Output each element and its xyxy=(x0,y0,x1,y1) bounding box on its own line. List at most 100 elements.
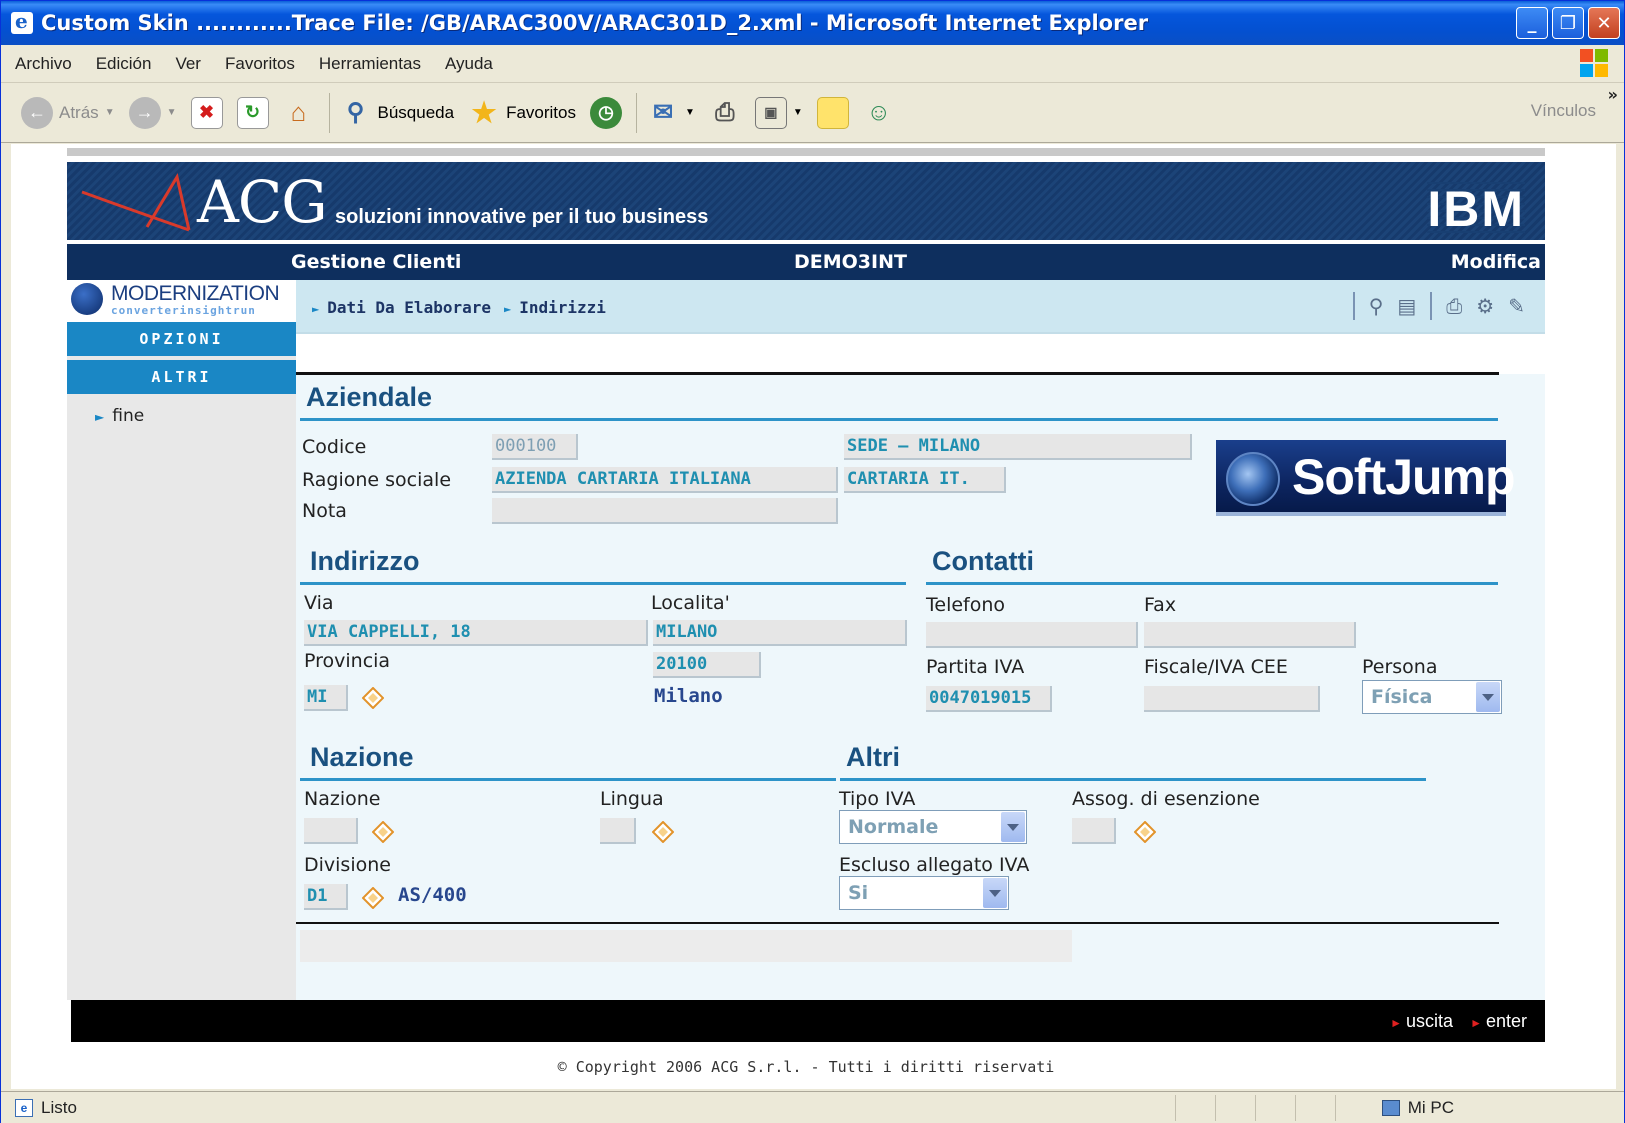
section-underline xyxy=(926,582,1498,585)
sede-field[interactable]: SEDE – MILANO xyxy=(844,434,1192,460)
messenger-icon: ☺ xyxy=(866,98,892,126)
section-altri-title: Altri xyxy=(846,742,900,772)
note-icon xyxy=(816,96,849,129)
nota-field[interactable] xyxy=(492,498,838,524)
persona-label: Persona xyxy=(1362,656,1438,678)
divider xyxy=(296,372,1499,375)
lookup-diamond-icon[interactable] xyxy=(1134,821,1156,843)
window-title: Custom Skin ............Trace File: /GB/… xyxy=(41,11,1149,35)
status-left: e Listo xyxy=(15,1098,77,1118)
breadcrumb-item-indirizzi[interactable]: ► Indirizzi xyxy=(504,298,606,317)
search-label: Búsqueda xyxy=(377,102,455,122)
chevron-down-icon xyxy=(1476,682,1500,712)
home-button[interactable]: ⌂ xyxy=(283,97,315,129)
fax-field[interactable] xyxy=(1144,622,1356,648)
back-button[interactable]: ← Atrás ▼ xyxy=(21,96,115,129)
fiscale-iva-cee-label: Fiscale/IVA CEE xyxy=(1144,656,1288,678)
arrow-right-icon: ► xyxy=(1470,1016,1482,1030)
telefono-field[interactable] xyxy=(926,622,1138,648)
message-field xyxy=(300,930,1072,962)
menu-ver[interactable]: Ver xyxy=(175,54,201,74)
modernization-logo-subtext: converterinsightrun xyxy=(111,304,256,317)
search-icon: ⚲ xyxy=(346,99,365,126)
lookup-diamond-icon[interactable] xyxy=(362,887,384,909)
escluso-allegato-iva-label: Escluso allegato IVA xyxy=(839,854,1030,876)
enter-link[interactable]: ► enter xyxy=(1470,1011,1527,1032)
assog-esenzione-field[interactable] xyxy=(1072,818,1116,844)
links-label[interactable]: Vínculos xyxy=(1531,101,1596,121)
escluso-allegato-iva-select[interactable]: Si xyxy=(839,876,1009,910)
discuss-button[interactable] xyxy=(816,96,849,129)
page-viewport: ACG soluzioni innovative per il tuo busi… xyxy=(11,144,1616,1089)
edit-button[interactable]: ▣ ▼ xyxy=(754,96,803,129)
lingua-field[interactable] xyxy=(600,818,636,844)
menu-edicion[interactable]: Edición xyxy=(96,54,152,74)
divisione-description: AS/400 xyxy=(398,884,467,906)
tab-opzioni[interactable]: OPZIONI xyxy=(67,322,296,356)
softjump-logo: SoftJump xyxy=(1216,440,1516,516)
windows-logo-icon xyxy=(1580,49,1610,79)
star-icon: ★ xyxy=(471,97,497,128)
messenger-button[interactable]: ☺ xyxy=(863,97,895,129)
escluso-selected: Si xyxy=(848,882,869,904)
breadcrumb: ► Dati Da Elaborare ► Indirizzi ⚲ ▤ ⎙ ⚙ ✎ xyxy=(296,280,1545,334)
search-button[interactable]: ⚲ Búsqueda xyxy=(340,97,455,129)
lookup-diamond-icon[interactable] xyxy=(372,821,394,843)
menu-archivo[interactable]: Archivo xyxy=(15,54,72,74)
nazione-field[interactable] xyxy=(304,818,358,844)
menu-herramientas[interactable]: Herramientas xyxy=(319,54,421,74)
settings-icon[interactable]: ⚙ xyxy=(1476,294,1494,318)
home-icon: ⌂ xyxy=(290,97,307,127)
menu-bar: Archivo Edición Ver Favoritos Herramient… xyxy=(1,45,1624,83)
persona-select[interactable]: Física xyxy=(1362,680,1502,714)
modernization-globe-icon xyxy=(71,283,103,315)
section-underline xyxy=(300,582,906,585)
history-icon: ◷ xyxy=(590,96,622,129)
restore-button[interactable]: ❐ xyxy=(1552,7,1584,39)
close-button[interactable]: ✕ xyxy=(1588,7,1620,39)
cap-field[interactable]: 20100 xyxy=(653,652,761,678)
history-button[interactable]: ◷ xyxy=(590,96,622,129)
divisione-field[interactable]: D1 xyxy=(304,884,348,910)
zone-text: Mi PC xyxy=(1407,1098,1454,1117)
magnifier-icon[interactable]: ⚲ xyxy=(1369,294,1384,318)
breadcrumb-item-dati[interactable]: ► Dati Da Elaborare xyxy=(312,298,491,317)
title-bar: Custom Skin ............Trace File: /GB/… xyxy=(1,1,1624,45)
partita-iva-field[interactable]: 0047019015 xyxy=(926,686,1052,712)
via-field[interactable]: VIA CAPPELLI, 18 xyxy=(304,620,648,646)
provincia-field[interactable]: MI xyxy=(304,685,348,711)
lookup-diamond-icon[interactable] xyxy=(652,821,674,843)
refresh-icon: ↻ xyxy=(236,96,269,129)
pencil-icon[interactable]: ✎ xyxy=(1508,294,1525,318)
localita-label: Localita' xyxy=(651,592,730,614)
ragione-sociale-field[interactable]: AZIENDA CARTARIA ITALIANA xyxy=(492,467,838,493)
page-tools: ⚲ ▤ ⎙ ⚙ ✎ xyxy=(1352,292,1525,320)
exit-link[interactable]: ► uscita xyxy=(1390,1011,1453,1032)
print-button[interactable]: ⎙ xyxy=(709,97,741,129)
acg-logo: ACG xyxy=(197,168,328,236)
document-icon[interactable]: ▤ xyxy=(1397,294,1416,318)
forward-button[interactable]: → ▼ xyxy=(128,96,177,129)
fiscale-iva-cee-field[interactable] xyxy=(1144,686,1320,712)
sidebar-link-fine[interactable]: ► fine xyxy=(95,406,144,426)
status-bar: e Listo Mi PC xyxy=(1,1091,1624,1123)
menu-favoritos[interactable]: Favoritos xyxy=(225,54,295,74)
tab-altri[interactable]: ALTRI xyxy=(67,360,296,394)
toolbar-chevron-icon[interactable]: » xyxy=(1608,85,1618,104)
arrow-right-icon: ► xyxy=(312,302,320,316)
refresh-button[interactable]: ↻ xyxy=(236,96,269,129)
section-contatti-title: Contatti xyxy=(932,546,1034,576)
lookup-diamond-icon[interactable] xyxy=(362,687,384,709)
stop-button[interactable]: ✖ xyxy=(190,96,223,129)
codice-field[interactable]: 000100 xyxy=(492,434,578,460)
mail-button[interactable]: ✉ ▼ xyxy=(647,97,695,129)
forward-arrow-icon: → xyxy=(128,96,161,129)
print-icon[interactable]: ⎙ xyxy=(1446,294,1462,318)
tipo-iva-select[interactable]: Normale xyxy=(839,810,1027,844)
ragione-short-field[interactable]: CARTARIA IT. xyxy=(844,467,1006,493)
favorites-button[interactable]: ★ Favoritos xyxy=(468,97,576,129)
localita-field[interactable]: MILANO xyxy=(653,620,907,646)
minimize-button[interactable]: _ xyxy=(1516,7,1548,39)
menu-ayuda[interactable]: Ayuda xyxy=(445,54,493,74)
breadcrumb-label: Indirizzi xyxy=(519,298,606,317)
